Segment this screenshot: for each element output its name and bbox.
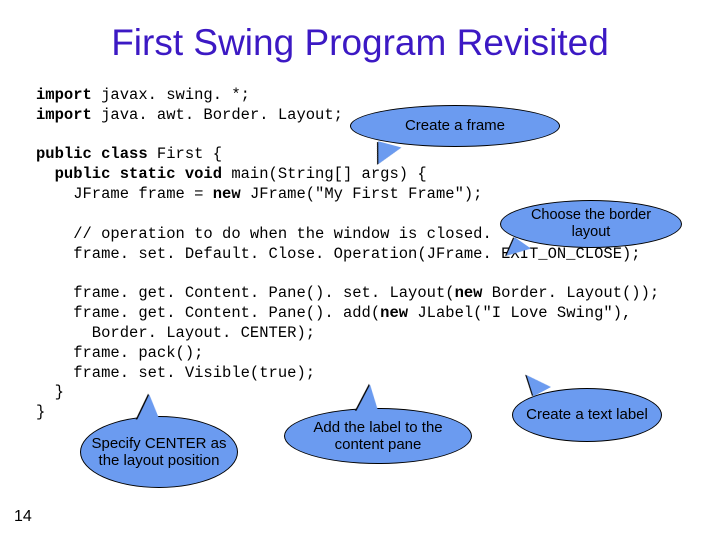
- kw-import: import: [36, 86, 92, 104]
- kw-psv: public static void: [36, 165, 222, 183]
- slide: First Swing Program Revisited import jav…: [0, 0, 720, 540]
- code-text: JFrame frame =: [36, 185, 213, 203]
- callout-tail: [133, 394, 158, 421]
- code-text: frame. get. Content. Pane(). set. Layout…: [36, 284, 455, 302]
- callout-center-position: Specify CENTER as the layout position: [80, 416, 238, 488]
- code-text: main(String[] args) {: [222, 165, 427, 183]
- callout-create-frame: Create a frame: [350, 105, 560, 147]
- code-text: First {: [148, 145, 222, 163]
- code-text: }: [36, 403, 45, 421]
- callout-text: Choose the border layout: [511, 207, 671, 240]
- callout-text: Create a text label: [526, 406, 648, 423]
- callout-text: Specify CENTER as the layout position: [91, 435, 227, 470]
- callout-add-label: Add the label to the content pane: [284, 408, 472, 464]
- code-text: frame. set. Default. Close. Operation(JF…: [36, 245, 641, 263]
- callout-text: Create a frame: [405, 117, 505, 134]
- code-text: Border. Layout. CENTER);: [36, 324, 315, 342]
- code-text: }: [36, 383, 64, 401]
- kw-new: new: [380, 304, 408, 322]
- kw-new: new: [455, 284, 483, 302]
- code-text: java. awt. Border. Layout;: [92, 106, 343, 124]
- page-number: 14: [14, 508, 32, 526]
- code-text: frame. get. Content. Pane(). add(: [36, 304, 380, 322]
- kw-import: import: [36, 106, 92, 124]
- callout-create-label: Create a text label: [512, 388, 662, 442]
- page-title: First Swing Program Revisited: [36, 22, 684, 64]
- code-text: JLabel("I Love Swing"),: [408, 304, 631, 322]
- code-text: JFrame("My First Frame");: [241, 185, 483, 203]
- code-text: frame. pack();: [36, 344, 203, 362]
- code-text: javax. swing. *;: [92, 86, 250, 104]
- code-block: import javax. swing. *; import java. awt…: [36, 86, 684, 423]
- code-text: // operation to do when the window is cl…: [36, 225, 492, 243]
- callout-text: Add the label to the content pane: [295, 419, 461, 454]
- callout-tail: [354, 384, 378, 411]
- callout-border-layout: Choose the border layout: [500, 200, 682, 248]
- kw-public-class: public class: [36, 145, 148, 163]
- code-text: frame. set. Visible(true);: [36, 364, 315, 382]
- kw-new: new: [213, 185, 241, 203]
- code-text: Border. Layout());: [482, 284, 659, 302]
